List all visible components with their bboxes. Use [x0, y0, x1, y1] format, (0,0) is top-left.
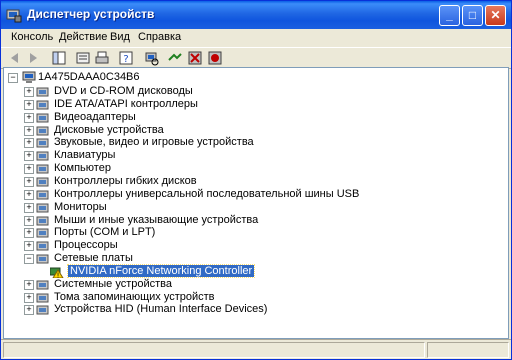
help-icon[interactable]: ?	[118, 50, 134, 66]
root-collapse-toggle[interactable]: −	[8, 73, 18, 83]
ide-controller-icon	[36, 100, 49, 110]
sound-icon	[36, 138, 49, 148]
status-cell-main	[3, 342, 425, 358]
expand-toggle[interactable]: +	[24, 202, 34, 213]
expand-toggle[interactable]: +	[24, 176, 34, 187]
collapse-toggle[interactable]: −	[24, 254, 34, 265]
menu-action[interactable]: Действие	[59, 31, 107, 43]
expand-toggle[interactable]: +	[24, 279, 34, 290]
tree-category-item[interactable]: DVD и CD-ROM дисководы	[54, 85, 193, 97]
tree-category-item[interactable]: Мыши и иные указывающие устройства	[54, 214, 258, 226]
monitor-icon	[36, 203, 49, 213]
window-title: Диспетчер устройств	[27, 7, 155, 21]
system-device-icon	[36, 280, 49, 290]
forward-icon[interactable]	[25, 50, 41, 66]
keyboard-icon	[36, 151, 49, 161]
console-tree-icon[interactable]	[51, 50, 67, 66]
storage-volume-icon	[36, 293, 49, 303]
maximize-icon: □	[468, 8, 477, 22]
tree-device-item[interactable]: NVIDIA nForce Networking Controller	[66, 263, 256, 278]
computer-icon	[36, 164, 49, 174]
scan-hardware-icon[interactable]	[143, 50, 159, 66]
tree-category-item[interactable]: Процессоры	[54, 239, 118, 251]
expand-toggle[interactable]: +	[24, 99, 34, 110]
expand-toggle[interactable]: +	[24, 241, 34, 252]
status-cell-aux	[427, 342, 509, 358]
tree-category-item[interactable]: Клавиатуры	[54, 149, 115, 161]
expand-toggle[interactable]: +	[24, 215, 34, 226]
expand-toggle[interactable]: +	[24, 189, 34, 200]
update-driver-icon[interactable]	[167, 50, 183, 66]
menu-bar: Консоль Действие Вид Справка	[1, 29, 511, 47]
minimize-button[interactable]: _	[439, 5, 460, 26]
maximize-button[interactable]: □	[462, 5, 483, 26]
tree-category-item[interactable]: Системные устройства	[54, 278, 172, 290]
disable-device-icon[interactable]	[187, 50, 203, 66]
menu-help[interactable]: Справка	[138, 31, 181, 43]
hid-icon	[36, 305, 49, 315]
expand-toggle[interactable]: +	[24, 151, 34, 162]
tree-category-item[interactable]: Дисковые устройства	[54, 124, 164, 136]
tree-category-item[interactable]: Компьютер	[54, 162, 111, 174]
tree-category-item[interactable]: Устройства HID (Human Interface Devices)	[54, 303, 267, 315]
tree-category-item[interactable]: Контроллеры гибких дисков	[54, 175, 197, 187]
port-icon	[36, 228, 49, 238]
device-manager-icon	[6, 9, 22, 23]
tree-category-item[interactable]: Контроллеры универсальной последовательн…	[54, 188, 359, 200]
tree-category-item[interactable]: Тома запоминающих устройств	[54, 291, 215, 303]
svg-text:?: ?	[123, 54, 128, 65]
network-adapter-icon	[36, 254, 49, 264]
tree-category-item[interactable]: IDE ATA/ATAPI контроллеры	[54, 98, 198, 110]
close-icon: ✕	[490, 8, 501, 22]
expand-toggle[interactable]: +	[24, 164, 34, 175]
status-bar	[1, 339, 511, 360]
title-bar[interactable]: Диспетчер устройств _ □ ✕	[1, 1, 511, 29]
floppy-controller-icon	[36, 177, 49, 187]
tree-category-item[interactable]: Сетевые платы	[54, 252, 133, 264]
expand-toggle[interactable]: +	[24, 87, 34, 97]
menu-view[interactable]: Вид	[110, 31, 130, 43]
device-tree[interactable]: − 1A475DAAA0C34B6 + DVD и CD-ROM дисковод…	[3, 67, 509, 339]
dvd-icon	[36, 87, 49, 97]
expand-toggle[interactable]: +	[24, 228, 34, 239]
tree-category-item[interactable]: Видеоадаптеры	[54, 111, 136, 123]
expand-toggle[interactable]: +	[24, 112, 34, 123]
expand-toggle[interactable]: +	[24, 305, 34, 316]
usb-icon	[36, 190, 49, 200]
back-icon[interactable]	[7, 50, 23, 66]
computer-root-icon	[22, 71, 36, 83]
tree-category-item[interactable]: Мониторы	[54, 201, 107, 213]
properties-icon[interactable]	[75, 50, 91, 66]
close-button[interactable]: ✕	[485, 5, 506, 26]
tree-category-item[interactable]: Звуковые, видео и игровые устройства	[54, 136, 254, 148]
uninstall-device-icon[interactable]	[207, 50, 223, 66]
processor-icon	[36, 241, 49, 251]
display-adapter-icon	[36, 113, 49, 123]
menu-console[interactable]: Консоль	[11, 31, 53, 43]
expand-toggle[interactable]: +	[24, 125, 34, 136]
disk-drive-icon	[36, 126, 49, 136]
toolbar: ?	[1, 47, 511, 69]
print-icon[interactable]	[94, 50, 110, 66]
warning-device-icon: !	[50, 267, 64, 278]
mouse-icon	[36, 216, 49, 225]
minimize-icon: _	[446, 8, 453, 22]
expand-toggle[interactable]: +	[24, 292, 34, 303]
tree-root[interactable]: 1A475DAAA0C34B6	[38, 71, 140, 83]
device-manager-window: Диспетчер устройств _ □ ✕ Консоль Действ…	[0, 0, 512, 360]
tree-category-item[interactable]: Порты (COM и LPT)	[54, 226, 155, 238]
expand-toggle[interactable]: +	[24, 138, 34, 149]
